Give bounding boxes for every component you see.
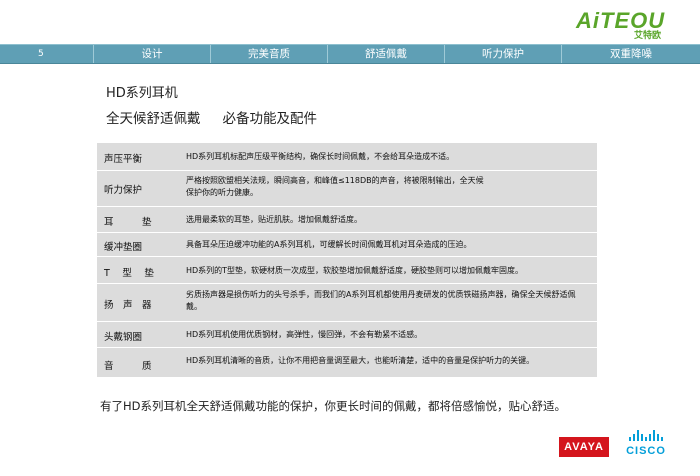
page-number: 5 (0, 45, 94, 63)
aiteou-logo: AiTEOU 艾特欧 (576, 8, 688, 42)
subtitle-accessories: 必备功能及配件 (222, 111, 318, 127)
nav-tab-sound-quality[interactable]: 完美音质 (211, 45, 328, 63)
table-row: 缓冲垫圈 具备耳朵压迫缓冲功能的A系列耳机，可缓解长时间佩戴耳机对耳朵造成的压迫… (97, 232, 597, 257)
cisco-logo: CISCO (622, 430, 670, 460)
cisco-wordmark: CISCO (626, 445, 666, 457)
feature-label: 扬 声 器 (104, 300, 152, 311)
table-row: T 型 垫 HD系列的T型垫，软硬材质一次成型，软胶垫增加佩戴舒适度，硬胶垫则可… (97, 256, 597, 284)
table-row: 音 质 HD系列耳机清晰的音质，让你不用把音量调至最大，也能听清楚，适中的音量是… (97, 347, 597, 378)
feature-label: 耳 垫 (104, 217, 152, 228)
summary-text: 有了HD系列耳机全天舒适佩戴功能的保护，你更长时间的佩戴，都将倍感愉悦，贴心舒适… (100, 399, 566, 413)
nav-tab-comfort[interactable]: 舒适佩戴 (328, 45, 445, 63)
table-row: 听力保护 严格按照欧盟相关法规，瞬间高音，和峰值≤118DB的声音，将被限制输出… (97, 170, 597, 207)
feature-description: 严格按照欧盟相关法规，瞬间高音，和峰值≤118DB的声音，将被限制输出，全天候保… (186, 176, 484, 197)
section-nav-bar: 5 设计 完美音质 舒适佩戴 听力保护 双重降噪 (0, 44, 700, 64)
nav-tab-design[interactable]: 设计 (94, 45, 211, 63)
feature-label: 音 质 (104, 361, 152, 372)
table-row: 声压平衡 HD系列耳机标配声压级平衡结构，确保长时间佩戴，不会给耳朵造成不适。 (97, 143, 597, 170)
nav-tab-noise-reduction[interactable]: 双重降噪 (562, 45, 700, 63)
cisco-bars-icon (622, 430, 670, 441)
feature-description: HD系列的T型垫，软硬材质一次成型，软胶垫增加佩戴舒适度，硬胶垫则可以增加佩戴牢… (186, 266, 524, 275)
feature-description: 具备耳朵压迫缓冲功能的A系列耳机，可缓解长时间佩戴耳机对耳朵造成的压迫。 (186, 240, 472, 249)
subtitle-comfort: 全天候舒适佩戴 (106, 111, 201, 127)
avaya-logo: AVAYA (559, 437, 609, 457)
table-row: 扬 声 器 劣质扬声器是损伤听力的头号杀手，而我们的A系列耳机都使用丹麦研发的优… (97, 283, 597, 322)
feature-description: 选用最柔软的耳垫，贴近肌肤。增加佩戴舒适度。 (186, 215, 362, 224)
feature-description: HD系列耳机使用优质钢材，高弹性，慢回弹，不会有勒紧不适感。 (186, 330, 423, 339)
feature-label: 缓冲垫圈 (104, 242, 143, 253)
feature-description: HD系列耳机标配声压级平衡结构，确保长时间佩戴，不会给耳朵造成不适。 (186, 152, 455, 161)
feature-label: 听力保护 (104, 185, 143, 196)
page-title: HD系列耳机 (106, 86, 178, 101)
feature-label: 头戴钢圈 (104, 332, 143, 343)
nav-tab-hearing-protection[interactable]: 听力保护 (445, 45, 562, 63)
table-row: 耳 垫 选用最柔软的耳垫，贴近肌肤。增加佩戴舒适度。 (97, 206, 597, 233)
feature-description: HD系列耳机清晰的音质，让你不用把音量调至最大，也能听清楚，适中的音量是保护听力… (186, 356, 535, 365)
table-row: 头戴钢圈 HD系列耳机使用优质钢材，高弹性，慢回弹，不会有勒紧不适感。 (97, 321, 597, 348)
feature-table: 声压平衡 HD系列耳机标配声压级平衡结构，确保长时间佩戴，不会给耳朵造成不适。 … (97, 143, 597, 377)
feature-label: T 型 垫 (104, 268, 154, 279)
feature-description: 劣质扬声器是损伤听力的头号杀手，而我们的A系列耳机都使用丹麦研发的优质铁磁扬声器… (186, 290, 576, 311)
page-subtitle: 全天候舒适佩戴 必备功能及配件 (106, 107, 317, 127)
feature-label: 声压平衡 (104, 154, 143, 165)
logo-subtitle: 艾特欧 (634, 31, 662, 41)
